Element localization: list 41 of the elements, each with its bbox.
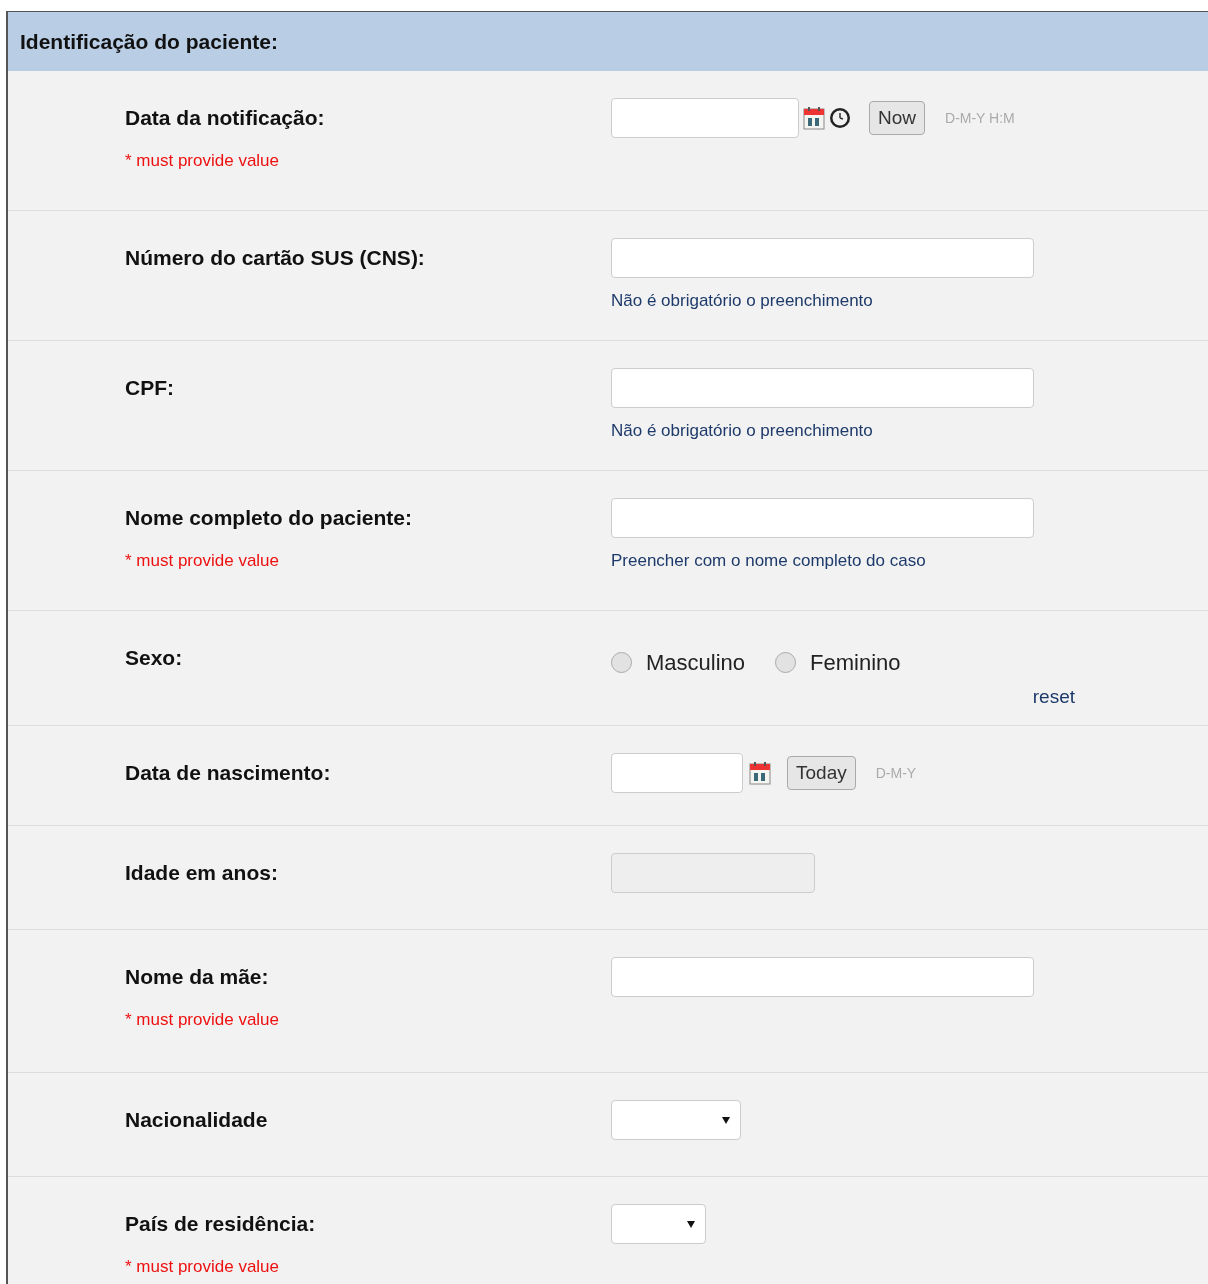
now-button[interactable]: Now: [869, 101, 925, 135]
field-hint: Não é obrigatório o preenchimento: [611, 290, 874, 312]
calendar-icon[interactable]: [803, 106, 825, 130]
text-input[interactable]: [611, 238, 1034, 278]
text-input[interactable]: [611, 498, 1034, 538]
calendar-icon[interactable]: [749, 761, 771, 785]
required-note: * must provide value: [125, 1255, 281, 1278]
format-hint: D-M-Y: [875, 763, 917, 783]
required-note: * must provide value: [125, 1008, 281, 1031]
reset-link[interactable]: reset: [1032, 683, 1075, 712]
caret-icon: [722, 1116, 730, 1124]
field-hint: Não é obrigatório o preenchimento: [611, 420, 874, 442]
date-input[interactable]: [611, 753, 743, 793]
field-label: Nome completo do paciente:: [125, 505, 414, 531]
field-label: Nacionalidade: [125, 1107, 269, 1133]
section-title: Identificação do paciente:: [20, 28, 278, 55]
field-label: Data de nascimento:: [125, 760, 332, 786]
text-input[interactable]: [611, 368, 1034, 408]
clock-icon[interactable]: [829, 107, 851, 129]
select-dropdown[interactable]: [611, 1204, 706, 1244]
text-input[interactable]: [611, 957, 1034, 997]
field-hint: Preencher com o nome completo do caso: [611, 550, 927, 572]
field-label: Sexo:: [125, 645, 184, 671]
field-label: Nome da mãe:: [125, 964, 270, 990]
readonly-input[interactable]: [611, 853, 815, 893]
field-label: País de residência:: [125, 1211, 317, 1237]
field-label: Data da notificação:: [125, 105, 326, 131]
field-label: Idade em anos:: [125, 860, 279, 886]
format-hint: D-M-Y H:M: [945, 108, 1015, 128]
caret-icon: [687, 1220, 695, 1228]
radio-button[interactable]: [775, 652, 797, 673]
required-note: * must provide value: [125, 549, 281, 572]
required-note: * must provide value: [125, 149, 281, 172]
field-label: CPF:: [125, 375, 175, 401]
today-button[interactable]: Today: [787, 756, 856, 790]
radio-button[interactable]: [611, 652, 632, 673]
radio-label: Feminino: [810, 649, 901, 677]
radio-label: Masculino: [646, 649, 746, 677]
field-label: Número do cartão SUS (CNS):: [125, 245, 426, 271]
datetime-input[interactable]: [611, 98, 799, 138]
select-dropdown[interactable]: [611, 1100, 741, 1140]
